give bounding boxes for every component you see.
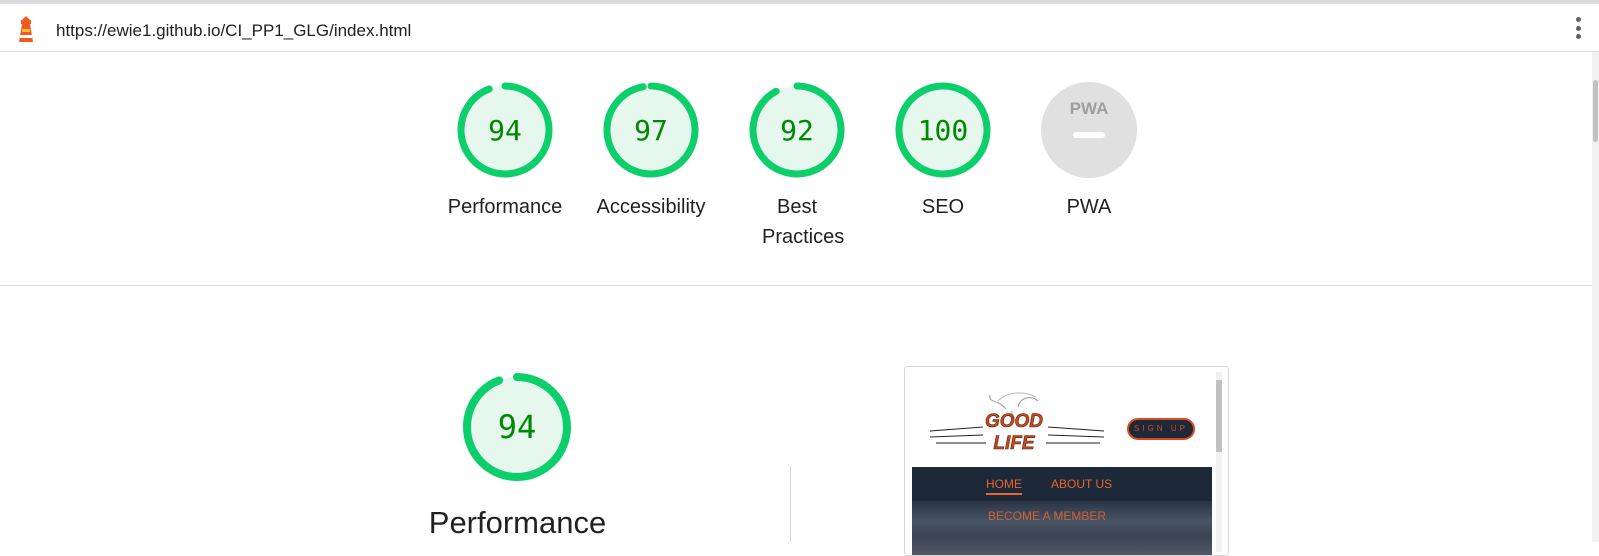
logo-line-1: GOOD: [985, 411, 1043, 432]
logo-line-2: LIFE: [993, 433, 1035, 454]
gauge-best-practices-label: Best Practices: [762, 196, 845, 248]
screenshot-scrollbar-thumb[interactable]: [1216, 380, 1222, 452]
performance-heading: Performance: [428, 505, 607, 540]
gauge-performance-label: Performance: [447, 196, 563, 218]
lighthouse-icon: [19, 16, 33, 42]
hero-cta[interactable]: BECOME A MEMBER: [988, 509, 1106, 523]
category-gauges: 94 Performance 97 Accessibility 92 Best …: [0, 52, 1592, 285]
gauge-performance-ring: 94: [457, 82, 553, 178]
good-life-logo: GOOD LIFE: [929, 392, 1105, 454]
screenshot-scrollbar[interactable]: [1216, 372, 1222, 552]
section-divider: [0, 285, 1592, 286]
gauge-performance[interactable]: 94 Performance: [440, 80, 570, 222]
gauge-best-practices-ring: 92: [749, 82, 845, 178]
nav-about-us[interactable]: ABOUT US: [1051, 477, 1112, 491]
nav-home[interactable]: HOME: [986, 477, 1022, 495]
gauge-best-practices-score: 92: [780, 114, 814, 147]
site-hero: BECOME A MEMBER: [912, 501, 1212, 555]
gauge-accessibility[interactable]: 97 Accessibility: [586, 80, 716, 222]
page-scrollbar-thumb[interactable]: [1593, 80, 1598, 142]
kebab-menu-icon[interactable]: [1576, 17, 1582, 43]
gauge-accessibility-ring: 97: [603, 82, 699, 178]
gauge-pwa-label: PWA: [1066, 196, 1112, 218]
gauge-performance-score: 94: [488, 114, 522, 147]
gauge-best-practices[interactable]: 92 Best Practices: [732, 80, 862, 252]
performance-large-gauge[interactable]: 94: [462, 372, 572, 482]
sign-up-button[interactable]: SIGN UP: [1127, 418, 1195, 440]
pwa-badge-icon: PWA: [1041, 82, 1137, 178]
gauge-pwa[interactable]: PWA PWA: [1024, 80, 1154, 222]
gauge-seo-label: SEO: [921, 196, 965, 218]
site-header: GOOD LIFE SIGN UP: [912, 383, 1210, 463]
vertical-divider: [790, 466, 791, 542]
performance-large-score: 94: [498, 408, 537, 446]
site-nav: HOME ABOUT US: [912, 467, 1212, 501]
gauge-seo-score: 100: [918, 114, 969, 147]
gauge-accessibility-score: 97: [634, 114, 668, 147]
page-scrollbar[interactable]: [1592, 52, 1599, 542]
page-url[interactable]: https://ewie1.github.io/CI_PP1_GLG/index…: [56, 21, 411, 41]
gauge-accessibility-label: Accessibility: [596, 196, 706, 218]
pwa-badge-text: PWA: [1070, 99, 1109, 118]
gauge-seo[interactable]: 100 SEO: [878, 80, 1008, 222]
gauge-seo-ring: 100: [895, 82, 991, 178]
final-screenshot[interactable]: GOOD LIFE SIGN UP HOME ABOUT US BECOME A…: [904, 366, 1229, 556]
url-bar: https://ewie1.github.io/CI_PP1_GLG/index…: [0, 0, 1599, 52]
